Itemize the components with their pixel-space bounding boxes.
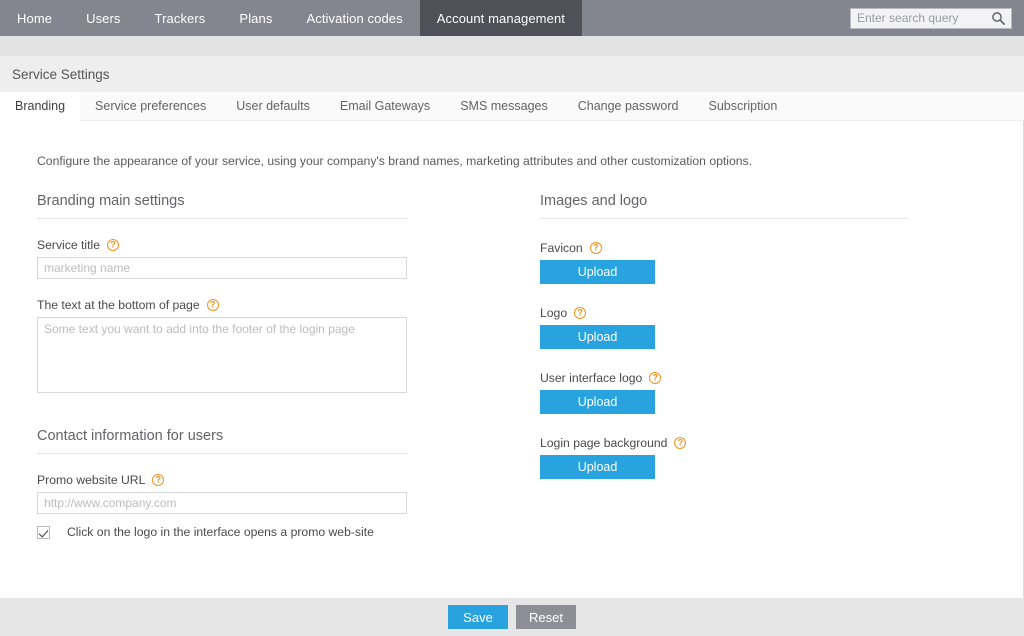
tab-email-gateways[interactable]: Email Gateways bbox=[325, 92, 445, 120]
footer-action-bar: Save Reset bbox=[0, 598, 1024, 636]
tab-label: Service preferences bbox=[95, 99, 207, 113]
question-mark-icon[interactable]: ? bbox=[206, 299, 219, 311]
footer-text-textarea[interactable] bbox=[37, 317, 407, 393]
branding-main-settings-column: Branding main settings Service title ? T… bbox=[37, 193, 407, 539]
label-text: Promo website URL bbox=[37, 473, 146, 487]
tab-user-defaults[interactable]: User defaults bbox=[221, 92, 325, 120]
settings-content-panel: Configure the appearance of your service… bbox=[0, 121, 1024, 598]
reset-button[interactable]: Reset bbox=[516, 605, 576, 629]
label-favicon: Favicon ? bbox=[540, 241, 908, 255]
tab-label: User defaults bbox=[236, 99, 310, 113]
question-mark-icon[interactable]: ? bbox=[574, 307, 587, 319]
upload-group-logo: Logo ? Upload bbox=[540, 306, 908, 349]
settings-tab-strip: Branding Service preferences User defaul… bbox=[0, 92, 1024, 121]
label-text: Login page background bbox=[540, 436, 668, 450]
tab-sms-messages[interactable]: SMS messages bbox=[445, 92, 563, 120]
nav-item-users[interactable]: Users bbox=[69, 0, 137, 36]
nav-item-label: Home bbox=[17, 10, 53, 26]
upload-favicon-button[interactable]: Upload bbox=[540, 260, 655, 284]
search-box[interactable] bbox=[850, 7, 1012, 29]
question-mark-icon[interactable]: ? bbox=[107, 239, 119, 251]
label-text: Logo bbox=[540, 306, 568, 320]
contact-information-subsection: Contact information for users Promo webs… bbox=[37, 428, 407, 539]
upload-login-page-background-button[interactable]: Upload bbox=[540, 455, 655, 479]
question-mark-icon[interactable]: ? bbox=[649, 372, 662, 384]
upload-user-interface-logo-button[interactable]: Upload bbox=[540, 390, 655, 414]
nav-item-home[interactable]: Home bbox=[0, 0, 69, 36]
tab-label: Change password bbox=[577, 99, 679, 113]
tab-label: Branding bbox=[15, 99, 66, 113]
search-container bbox=[850, 0, 1024, 36]
tab-label: Subscription bbox=[708, 99, 778, 113]
section-title-contact-information: Contact information for users bbox=[37, 428, 407, 454]
field-footer-text: The text at the bottom of page ? bbox=[37, 298, 407, 398]
field-service-title: Service title ? bbox=[37, 238, 407, 279]
page-title-band: Service Settings bbox=[0, 56, 1024, 92]
question-mark-icon[interactable]: ? bbox=[589, 242, 602, 254]
promo-logo-checkbox[interactable] bbox=[37, 525, 50, 539]
nav-item-label: Activation codes bbox=[306, 10, 403, 26]
label-promo-url: Promo website URL ? bbox=[37, 473, 407, 487]
promo-url-input[interactable] bbox=[37, 492, 407, 514]
label-footer-text: The text at the bottom of page ? bbox=[37, 298, 407, 312]
field-promo-url: Promo website URL ? bbox=[37, 473, 407, 514]
label-text: Service title bbox=[37, 238, 100, 252]
tab-label: Email Gateways bbox=[339, 99, 431, 113]
top-nav-items: Home Users Trackers Plans Activation cod… bbox=[0, 0, 582, 36]
promo-logo-checkbox-label[interactable]: Click on the logo in the interface opens… bbox=[67, 525, 374, 539]
question-mark-icon[interactable]: ? bbox=[152, 474, 165, 486]
save-button[interactable]: Save bbox=[448, 605, 508, 629]
top-navigation-bar: Home Users Trackers Plans Activation cod… bbox=[0, 0, 1024, 36]
nav-item-trackers[interactable]: Trackers bbox=[138, 0, 223, 36]
label-user-interface-logo: User interface logo ? bbox=[540, 371, 908, 385]
nav-item-account-management[interactable]: Account management bbox=[419, 0, 582, 36]
nav-item-label: Account management bbox=[436, 10, 565, 26]
search-input[interactable] bbox=[851, 8, 993, 28]
upload-group-login-page-background: Login page background ? Upload bbox=[540, 436, 908, 479]
nav-item-label: Users bbox=[86, 10, 121, 26]
upload-group-user-interface-logo: User interface logo ? Upload bbox=[540, 371, 908, 414]
page-title: Service Settings bbox=[12, 66, 110, 82]
tab-service-preferences[interactable]: Service preferences bbox=[80, 92, 221, 120]
nav-item-activation-codes[interactable]: Activation codes bbox=[289, 0, 419, 36]
nav-item-plans[interactable]: Plans bbox=[222, 0, 289, 36]
tab-branding[interactable]: Branding bbox=[0, 92, 81, 121]
label-logo: Logo ? bbox=[540, 306, 908, 320]
promo-logo-checkbox-row[interactable]: Click on the logo in the interface opens… bbox=[37, 525, 407, 539]
intro-description: Configure the appearance of your service… bbox=[37, 154, 753, 168]
nav-item-label: Trackers bbox=[154, 10, 206, 26]
label-text: User interface logo bbox=[540, 371, 643, 385]
tab-subscription[interactable]: Subscription bbox=[693, 92, 792, 120]
upload-group-favicon: Favicon ? Upload bbox=[540, 241, 908, 284]
upload-logo-button[interactable]: Upload bbox=[540, 325, 655, 349]
label-text: Favicon bbox=[540, 241, 583, 255]
label-login-page-background: Login page background ? bbox=[540, 436, 908, 450]
search-icon[interactable] bbox=[991, 11, 1006, 26]
label-service-title: Service title ? bbox=[37, 238, 407, 252]
section-title-images-and-logo: Images and logo bbox=[540, 193, 908, 219]
tab-change-password[interactable]: Change password bbox=[563, 92, 694, 120]
nav-item-label: Plans bbox=[239, 10, 273, 26]
service-title-input[interactable] bbox=[37, 257, 407, 279]
question-mark-icon[interactable]: ? bbox=[674, 437, 687, 449]
nav-content-gap bbox=[0, 36, 1024, 56]
section-title-branding-main-settings: Branding main settings bbox=[37, 193, 407, 219]
label-text: The text at the bottom of page bbox=[37, 298, 200, 312]
tab-label: SMS messages bbox=[460, 99, 548, 113]
images-and-logo-column: Images and logo Favicon ? Upload Logo ? … bbox=[540, 193, 908, 479]
